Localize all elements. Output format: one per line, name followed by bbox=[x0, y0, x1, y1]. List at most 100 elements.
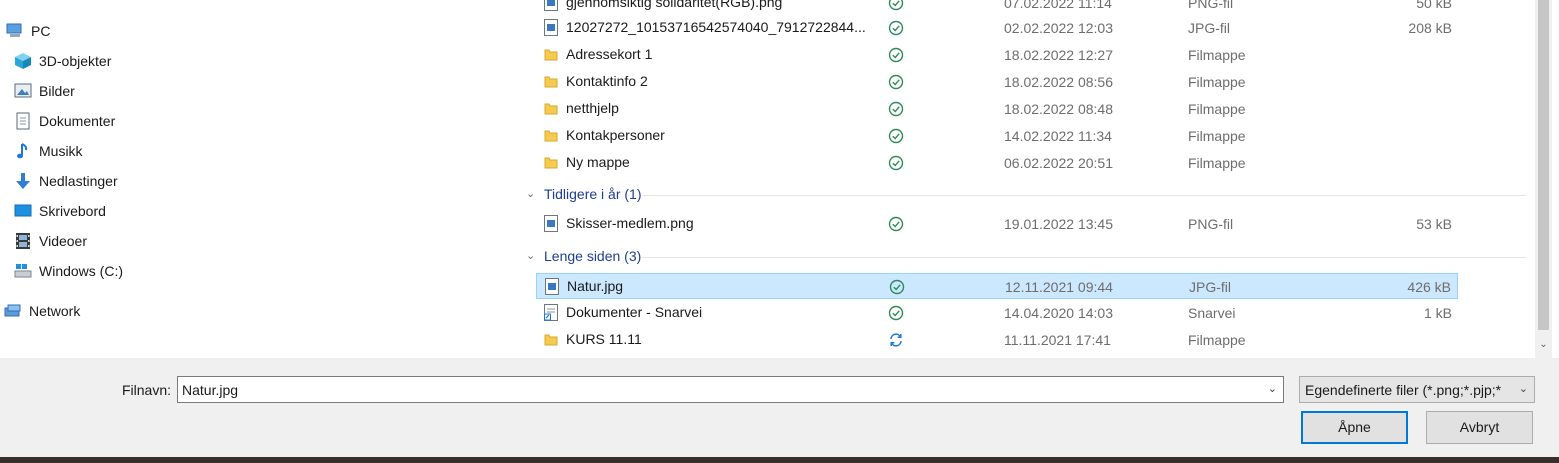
file-name: Skisser-medlem.png bbox=[566, 215, 694, 231]
nav-item-network[interactable]: Network bbox=[4, 299, 80, 323]
list-item[interactable]: Kontakpersoner 14.02.2022 11:34 Filmappe bbox=[536, 123, 1458, 149]
pictures-icon bbox=[14, 82, 32, 100]
sync-status-icon bbox=[889, 279, 905, 295]
cancel-button[interactable]: Avbryt bbox=[1426, 411, 1533, 444]
file-name: Adressekort 1 bbox=[566, 46, 653, 62]
nav-item-videos[interactable]: Videoer bbox=[14, 229, 87, 253]
chevron-down-icon[interactable]: ⌄ bbox=[1268, 382, 1277, 395]
file-type: Filmappe bbox=[1188, 74, 1246, 90]
file-type: JPG-fil bbox=[1188, 20, 1230, 36]
file-date: 06.02.2022 20:51 bbox=[1004, 155, 1113, 171]
file-name: Ny mappe bbox=[566, 154, 630, 170]
file-type: Filmappe bbox=[1188, 101, 1246, 117]
sync-status-icon bbox=[888, 47, 904, 63]
shortcut-icon bbox=[544, 304, 558, 321]
file-date: 12.11.2021 09:44 bbox=[1005, 279, 1113, 295]
nav-label: Nedlastinger bbox=[39, 173, 118, 189]
sync-status-icon bbox=[888, 20, 904, 36]
file-type: Snarvei bbox=[1188, 305, 1236, 321]
file-type: PNG-fil bbox=[1188, 216, 1234, 232]
file-type-filter-select[interactable]: Egendefinerte filer (*.png;*.pjp;* ⌄ bbox=[1299, 376, 1535, 403]
list-item[interactable]: netthjelp 18.02.2022 08:48 Filmappe bbox=[536, 96, 1458, 122]
sync-status-icon bbox=[888, 0, 904, 11]
file-size: 50 kB bbox=[1416, 0, 1452, 11]
scrollbar-thumb[interactable] bbox=[1538, 0, 1549, 330]
desktop-icon bbox=[14, 202, 32, 220]
nav-label: PC bbox=[31, 23, 51, 39]
file-type: Filmappe bbox=[1188, 47, 1246, 63]
sync-status-icon bbox=[888, 74, 904, 90]
file-name: 12027272_10153716542574040_7912722844... bbox=[566, 19, 866, 35]
file-date: 19.01.2022 13:45 bbox=[1004, 216, 1113, 232]
file-type: PNG-fil bbox=[1188, 0, 1234, 11]
file-name: Natur.jpg bbox=[567, 278, 624, 294]
list-item[interactable]: Ny mappe 06.02.2022 20:51 Filmappe bbox=[536, 150, 1458, 176]
filename-value: Natur.jpg bbox=[182, 382, 239, 398]
nav-item-documents[interactable]: Dokumenter bbox=[14, 109, 115, 133]
file-size: 53 kB bbox=[1416, 216, 1452, 232]
sync-status-icon bbox=[888, 128, 904, 144]
sync-status-icon bbox=[888, 305, 904, 321]
group-label: Lenge siden (3) bbox=[544, 248, 642, 264]
download-icon bbox=[14, 172, 32, 190]
file-size: 426 kB bbox=[1407, 279, 1451, 295]
nav-item-pictures[interactable]: Bilder bbox=[14, 79, 75, 103]
dialog-footer: Filnavn: Natur.jpg ⌄ Egendefinerte filer… bbox=[0, 358, 1559, 457]
pc-icon bbox=[6, 22, 24, 40]
image-file-icon bbox=[544, 0, 558, 11]
nav-item-pc[interactable]: PC bbox=[6, 19, 50, 43]
folder-icon bbox=[544, 46, 558, 63]
list-item[interactable]: Skisser-medlem.png 19.01.2022 13:45 PNG-… bbox=[536, 211, 1458, 237]
filename-input[interactable]: Natur.jpg ⌄ bbox=[177, 376, 1284, 403]
file-date: 14.04.2020 14:03 bbox=[1004, 305, 1113, 321]
sync-status-icon bbox=[888, 101, 904, 117]
nav-label: 3D-objekter bbox=[39, 53, 112, 69]
nav-label: Videoer bbox=[39, 233, 88, 249]
navigation-pane: PC 3D-objekter Bilder Dokumenter Musikk bbox=[0, 0, 512, 358]
list-item[interactable]: KURS 11.11 11.11.2021 17:41 Filmappe bbox=[536, 327, 1458, 353]
nav-label: Musikk bbox=[39, 143, 83, 159]
open-button[interactable]: Åpne bbox=[1301, 411, 1408, 444]
file-name: Kontakpersoner bbox=[566, 127, 665, 143]
file-name: gjennomsiktig solidaritet(RGB).png bbox=[566, 0, 783, 10]
nav-label: Windows (C:) bbox=[39, 263, 124, 279]
list-item[interactable]: Dokumenter - Snarvei 14.04.2020 14:03 Sn… bbox=[536, 300, 1458, 326]
file-date: 18.02.2022 08:48 bbox=[1004, 101, 1113, 117]
list-item[interactable]: Adressekort 1 18.02.2022 12:27 Filmappe bbox=[536, 42, 1458, 68]
group-header-long-ago[interactable]: ⌄ Lenge siden (3) bbox=[524, 245, 1526, 269]
file-date: 02.02.2022 12:03 bbox=[1004, 20, 1113, 36]
file-type: Filmappe bbox=[1188, 128, 1246, 144]
file-name: Kontaktinfo 2 bbox=[566, 73, 648, 89]
group-divider bbox=[642, 195, 1526, 196]
file-size: 1 kB bbox=[1423, 305, 1452, 321]
nav-item-windows-c[interactable]: Windows (C:) bbox=[14, 259, 123, 283]
group-label: Tidligere i år (1) bbox=[544, 186, 642, 202]
sync-status-icon bbox=[888, 155, 904, 171]
nav-item-desktop[interactable]: Skrivebord bbox=[14, 199, 106, 223]
list-item[interactable]: 12027272_10153716542574040_7912722844...… bbox=[536, 15, 1458, 41]
list-item[interactable]: gjennomsiktig solidaritet(RGB).png 07.02… bbox=[536, 0, 1458, 16]
document-icon bbox=[14, 112, 32, 130]
nav-item-downloads[interactable]: Nedlastinger bbox=[14, 169, 118, 193]
folder-icon bbox=[544, 73, 558, 90]
vertical-scrollbar[interactable]: ⌄ bbox=[1535, 0, 1552, 358]
group-divider bbox=[642, 257, 1526, 258]
nav-label: Bilder bbox=[39, 83, 75, 99]
background-strip bbox=[0, 457, 1559, 463]
file-date: 14.02.2022 11:34 bbox=[1004, 128, 1112, 144]
group-header-earlier-this-year[interactable]: ⌄ Tidligere i år (1) bbox=[524, 183, 1526, 207]
image-file-icon bbox=[545, 278, 559, 295]
video-icon bbox=[14, 232, 32, 250]
list-item-selected[interactable]: Natur.jpg 12.11.2021 09:44 JPG-fil 426 k… bbox=[536, 273, 1458, 299]
folder-icon bbox=[544, 100, 558, 117]
list-item[interactable]: Kontaktinfo 2 18.02.2022 08:56 Filmappe bbox=[536, 69, 1458, 95]
file-type-filter-value: Egendefinerte filer (*.png;*.pjp;* bbox=[1305, 382, 1502, 398]
image-file-icon bbox=[544, 215, 558, 232]
chevron-down-icon: ⌄ bbox=[526, 188, 536, 200]
nav-item-music[interactable]: Musikk bbox=[14, 139, 83, 163]
chevron-down-icon[interactable]: ⌄ bbox=[1519, 382, 1528, 395]
scroll-down-icon[interactable]: ⌄ bbox=[1538, 340, 1549, 350]
folder-icon bbox=[544, 331, 558, 348]
nav-item-3d-objects[interactable]: 3D-objekter bbox=[14, 49, 111, 73]
file-size: 208 kB bbox=[1408, 20, 1452, 36]
